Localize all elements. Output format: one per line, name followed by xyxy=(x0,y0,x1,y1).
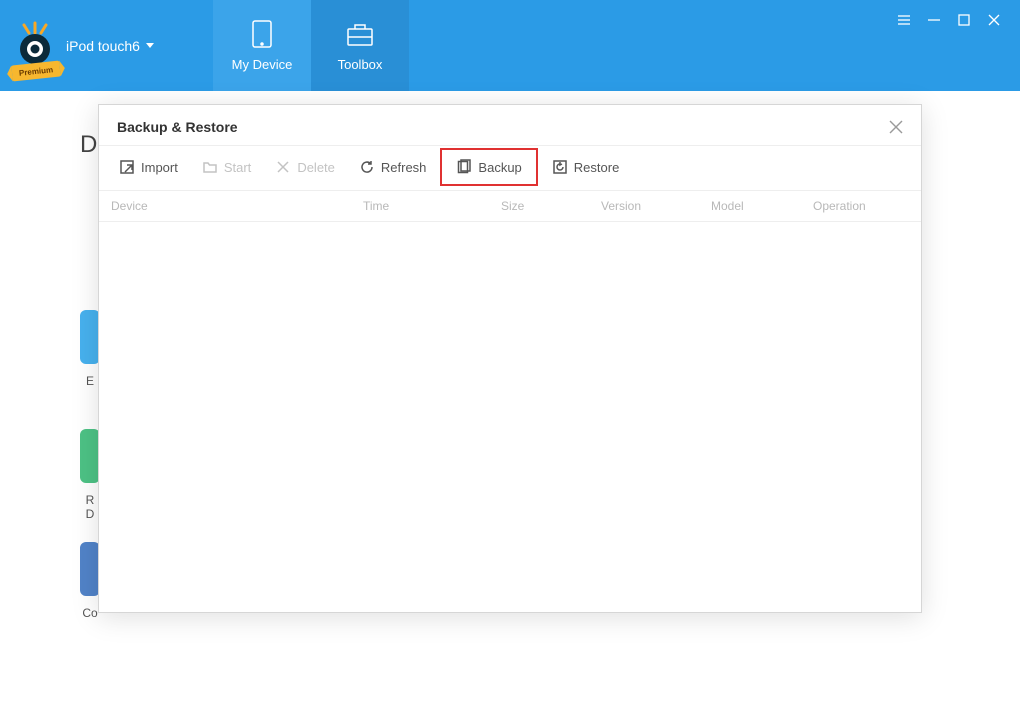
tab-label: Toolbox xyxy=(338,57,383,72)
side-card-block[interactable] xyxy=(80,310,100,364)
device-selector[interactable]: iPod touch6 xyxy=(66,38,154,54)
toolbox-icon xyxy=(343,19,377,49)
col-size[interactable]: Size xyxy=(501,199,601,213)
tab-label: My Device xyxy=(232,57,293,72)
app-header: Premium iPod touch6 My Device Toolbox xyxy=(0,0,1020,91)
dialog-toolbar: Import Start Delete Refresh Backup Resto… xyxy=(99,146,921,191)
side-card-block[interactable] xyxy=(80,542,100,596)
table-header: Device Time Size Version Model Operation xyxy=(99,191,921,222)
dialog-close-icon[interactable] xyxy=(889,120,903,134)
side-card-label: R D xyxy=(80,493,100,522)
delete-icon xyxy=(275,159,291,175)
side-card-block[interactable] xyxy=(80,429,100,483)
chevron-down-icon xyxy=(146,43,154,48)
tablet-icon xyxy=(245,19,279,49)
tab-my-device[interactable]: My Device xyxy=(213,0,311,91)
side-card-label: Co xyxy=(80,606,100,620)
close-icon[interactable] xyxy=(986,12,1002,28)
col-version[interactable]: Version xyxy=(601,199,711,213)
folder-icon xyxy=(202,159,218,175)
app-logo: Premium xyxy=(14,21,56,71)
window-controls xyxy=(896,0,1020,91)
col-operation[interactable]: Operation xyxy=(813,199,909,213)
restore-icon xyxy=(552,159,568,175)
menu-icon[interactable] xyxy=(896,12,912,28)
maximize-icon[interactable] xyxy=(956,12,972,28)
dialog-title: Backup & Restore xyxy=(117,119,238,135)
backup-icon xyxy=(456,159,472,175)
col-model[interactable]: Model xyxy=(711,199,813,213)
restore-button[interactable]: Restore xyxy=(542,152,630,182)
col-device[interactable]: Device xyxy=(111,199,363,213)
backup-button[interactable]: Backup xyxy=(440,148,537,186)
import-icon xyxy=(119,159,135,175)
col-time[interactable]: Time xyxy=(363,199,501,213)
side-card-peek-2: R D xyxy=(80,429,100,522)
dialog-titlebar: Backup & Restore xyxy=(99,105,921,146)
side-card-label: E xyxy=(80,374,100,388)
device-name-label: iPod touch6 xyxy=(66,38,140,54)
backup-restore-dialog: Backup & Restore Import Start Delete Ref… xyxy=(98,104,922,613)
start-button: Start xyxy=(192,152,261,182)
refresh-icon xyxy=(359,159,375,175)
side-card-peek-1: E xyxy=(80,310,100,388)
logo-area[interactable]: Premium iPod touch6 xyxy=(0,0,213,91)
side-card-peek-3: Co xyxy=(80,542,100,620)
minimize-icon[interactable] xyxy=(926,12,942,28)
refresh-button[interactable]: Refresh xyxy=(349,152,437,182)
tab-toolbox[interactable]: Toolbox xyxy=(311,0,409,91)
delete-button: Delete xyxy=(265,152,345,182)
import-button[interactable]: Import xyxy=(109,152,188,182)
